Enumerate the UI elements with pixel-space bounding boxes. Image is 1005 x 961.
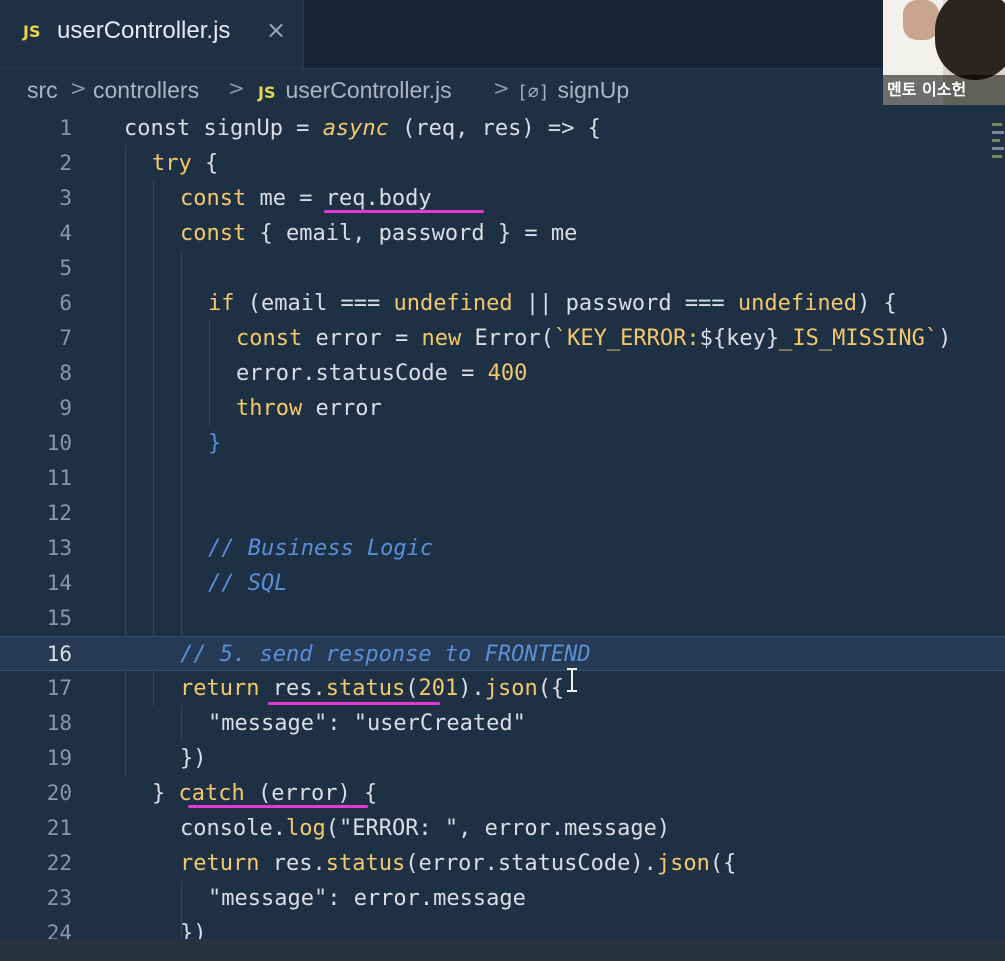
line-number: 7: [59, 326, 72, 350]
code-text: }): [180, 746, 207, 771]
line-number: 10: [46, 431, 72, 455]
code-line: 14 // SQL: [0, 566, 1005, 601]
code-text: "message": error.message: [208, 886, 526, 911]
code-editor[interactable]: 1 const signUp = async (req, res) => { 2…: [0, 111, 1005, 939]
annotation-underline: [188, 805, 368, 808]
code-text: return res.status(201).json({: [180, 676, 565, 701]
line-number: 9: [59, 396, 72, 420]
code-text: const { email, password } = me: [180, 221, 578, 246]
webcam-hand: [903, 0, 939, 40]
code-text: const signUp = async (req, res) => {: [124, 116, 601, 141]
breadcrumb-file-label: userController.js: [285, 77, 452, 103]
code-line: 23 "message": error.message: [0, 881, 1005, 916]
close-icon[interactable]: ×: [266, 16, 286, 44]
code-line: 1 const signUp = async (req, res) => {: [0, 111, 1005, 146]
line-number: 21: [46, 816, 72, 840]
minimap[interactable]: [988, 111, 1005, 171]
line-number: 20: [46, 781, 72, 805]
status-bar: [0, 939, 1005, 961]
webcam-overlay: 멘토 이소헌: [883, 0, 1005, 105]
tab-bar: JS userController.js ×: [0, 0, 1005, 69]
text-cursor-icon: [567, 668, 577, 692]
line-number: 12: [46, 501, 72, 525]
annotation-underline: [324, 210, 484, 213]
tab-user-controller[interactable]: JS userController.js ×: [0, 0, 304, 68]
annotation-underline: [268, 702, 440, 705]
code-line: 21 console.log("ERROR: ", error.message): [0, 811, 1005, 846]
line-number: 8: [59, 361, 72, 385]
code-text: return res.status(error.statusCode).json…: [180, 851, 737, 876]
code-line: 20 } catch (error) {: [0, 776, 1005, 811]
code-text: if (email === undefined || password === …: [208, 291, 897, 316]
line-number: 13: [46, 536, 72, 560]
line-number: 14: [46, 571, 72, 595]
line-number: 23: [46, 886, 72, 910]
line-number: 5: [59, 256, 72, 280]
code-comment: // SQL: [208, 571, 288, 596]
line-number: 19: [46, 746, 72, 770]
breadcrumb-item-file[interactable]: JS userController.js: [258, 77, 452, 104]
code-text: throw error: [236, 396, 382, 421]
code-line: 22 return res.status(error.statusCode).j…: [0, 846, 1005, 881]
line-number: 2: [59, 151, 72, 175]
code-line: 4 const { email, password } = me: [0, 216, 1005, 251]
code-text: }: [208, 431, 222, 456]
code-line: 2 try {: [0, 146, 1005, 181]
code-line: 18 "message": "userCreated": [0, 706, 1005, 741]
code-text: console.log("ERROR: ", error.message): [180, 816, 671, 841]
line-number: 22: [46, 851, 72, 875]
code-text: }): [180, 921, 207, 939]
breadcrumb-item-src[interactable]: src: [27, 77, 58, 104]
code-line: 24 }): [0, 916, 1005, 939]
code-text: try {: [152, 151, 219, 176]
code-comment: // Business Logic: [208, 536, 434, 561]
chevron-right-icon: >: [493, 76, 510, 100]
breadcrumb: src > controllers > JS userController.js …: [0, 69, 1005, 111]
code-line: 6 if (email === undefined || password ==…: [0, 286, 1005, 321]
code-line: 11: [0, 461, 1005, 496]
code-line: 19 }): [0, 741, 1005, 776]
chevron-right-icon: >: [228, 76, 245, 100]
line-number: 3: [59, 186, 72, 210]
code-line: 7 const error = new Error(`KEY_ERROR:${k…: [0, 321, 1005, 356]
webcam-caption: 멘토 이소헌: [883, 75, 1005, 105]
breadcrumb-symbol-label: signUp: [557, 77, 630, 103]
code-text: error.statusCode = 400: [236, 361, 528, 386]
line-number: 24: [46, 921, 72, 939]
code-line: 13 // Business Logic: [0, 531, 1005, 566]
code-line: 15: [0, 601, 1005, 636]
line-number: 11: [46, 466, 72, 490]
symbol-variable-icon: [⌀]: [517, 82, 550, 103]
code-line: 5: [0, 251, 1005, 286]
breadcrumb-item-controllers[interactable]: controllers: [93, 77, 199, 104]
chevron-right-icon: >: [70, 76, 87, 100]
code-line: 17 return res.status(201).json({: [0, 671, 1005, 706]
line-number: 4: [59, 221, 72, 245]
line-number: 18: [46, 711, 72, 735]
code-line: 8 error.statusCode = 400: [0, 356, 1005, 391]
code-line: 10 }: [0, 426, 1005, 461]
js-file-icon: JS: [23, 22, 41, 41]
code-line: 3 const me = req.body: [0, 181, 1005, 216]
breadcrumb-item-symbol[interactable]: [⌀] signUp: [517, 77, 629, 104]
line-number: 6: [59, 291, 72, 315]
code-text: const error = new Error(`KEY_ERROR:${key…: [236, 326, 952, 351]
line-number: 17: [46, 676, 72, 700]
code-text: "message": "userCreated": [208, 711, 526, 736]
line-number: 15: [46, 606, 72, 630]
code-line: 9 throw error: [0, 391, 1005, 426]
code-comment: // 5. send response to FRONTEND: [180, 642, 591, 667]
line-number: 16: [46, 642, 72, 666]
current-line-highlight: 16 // 5. send response to FRONTEND: [0, 636, 1005, 671]
webcam-person: [935, 0, 1005, 80]
tab-label: userController.js: [57, 17, 231, 44]
js-file-icon: JS: [258, 83, 276, 102]
line-number: 1: [59, 116, 72, 140]
code-line: 12: [0, 496, 1005, 531]
